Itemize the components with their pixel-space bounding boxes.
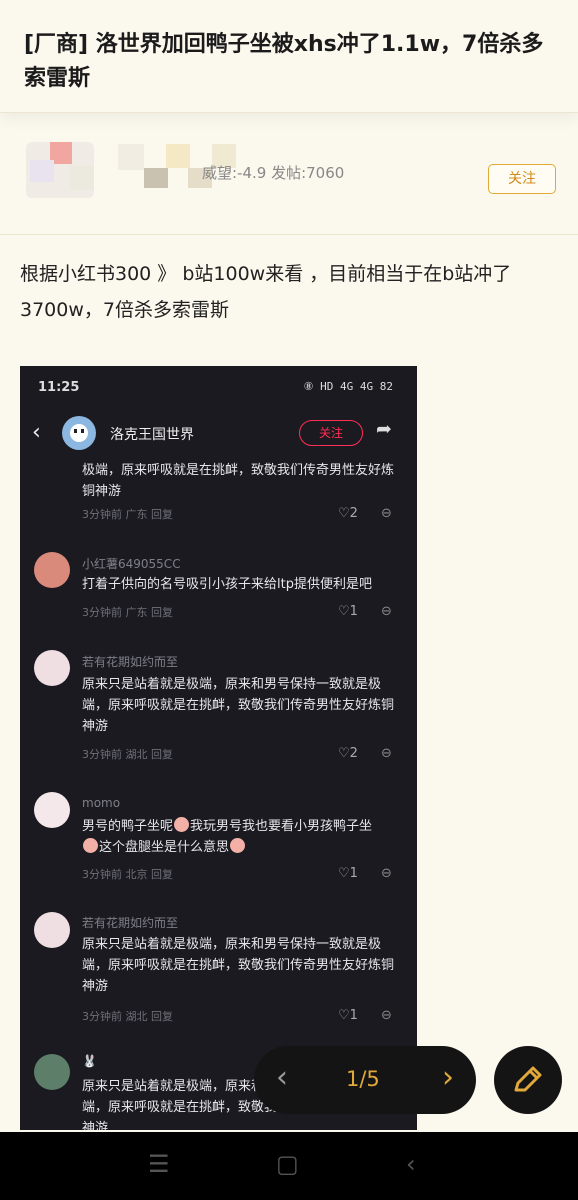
- comment-author: 小红薯649055CC: [82, 557, 181, 571]
- comment-more-icon: ⊖: [381, 1008, 392, 1023]
- comment-meta: 3分钟前 湖北 回复: [82, 1010, 173, 1023]
- post-header: [厂商] 洛世界加回鸭子坐被xhs冲了1.1w，7倍杀多索雷斯: [0, 0, 578, 113]
- comment-text: 原来只是站着就是极端，原来和男号保持一致就是极端，原来呼吸就是在挑衅，致敬我们传…: [82, 677, 395, 734]
- comment-meta: 3分钟前 广东 回复: [82, 606, 173, 619]
- comment-avatar: [34, 792, 70, 828]
- image-pager: ‹ 1/5 ›: [254, 1046, 476, 1114]
- status-time: 11:25: [38, 380, 80, 395]
- account-avatar: [62, 416, 96, 450]
- comment-text: 打着子供向的名号吸引小孩子来给ltp提供便利是吧: [82, 577, 372, 592]
- comment-likes: ♡2: [338, 506, 358, 521]
- comment-more-icon: ⊖: [381, 604, 392, 619]
- comment-text: 极端，原来呼吸就是在挑衅，致敬我们传奇男性友好炼铜神游: [82, 463, 395, 499]
- system-nav-bar: ☰ ▢ ‹: [0, 1132, 578, 1200]
- comment-more-icon: ⊖: [381, 506, 392, 521]
- comment-author: 🐰: [82, 1054, 97, 1068]
- status-icons: ⑧ HD 4G 4G 82: [303, 380, 393, 393]
- comment-meta: 3分钟前 湖北 回复: [82, 748, 173, 761]
- chevron-left-icon[interactable]: ‹: [276, 1060, 288, 1095]
- author-row: 威望:-4.9 发帖:7060 关注: [0, 118, 578, 235]
- comment-text-part: 我玩男号我也要看小男孩鸭子坐: [190, 819, 373, 834]
- comment-likes: ♡2: [338, 746, 358, 761]
- comment-author: 若有花期如约而至: [82, 916, 179, 930]
- back-icon[interactable]: ‹: [406, 1150, 416, 1178]
- edit-button[interactable]: [494, 1046, 562, 1114]
- share-icon: ➦: [376, 418, 392, 440]
- pencil-icon: [514, 1066, 542, 1092]
- comment-avatar: [34, 912, 70, 948]
- author-meta: 威望:-4.9 发帖:7060: [202, 164, 345, 182]
- comment-avatar: [34, 552, 70, 588]
- follow-button[interactable]: 关注: [488, 164, 556, 194]
- square-icon[interactable]: ▢: [276, 1150, 299, 1178]
- comment-text: 原来只是站着就是极端，原来和男号保持一致就是极端，原来呼吸就是在挑衅，致敬我们传…: [82, 937, 395, 994]
- comment-likes: ♡1: [338, 604, 358, 619]
- page-indicator: 1/5: [346, 1067, 380, 1091]
- avatar[interactable]: [26, 142, 94, 198]
- comment-author: momo: [82, 796, 121, 810]
- comment-meta: 3分钟前 北京 回复: [82, 868, 173, 881]
- comment-text-part: 男号的鸭子坐呢: [82, 819, 174, 834]
- comment-avatar: [34, 1054, 70, 1090]
- post-body: 根据小红书300 》 b站100w来看 ，目前相当于在b站冲了3700w，7倍杀…: [20, 263, 512, 321]
- comment-text-part: 这个盘腿坐是什么意思: [99, 840, 230, 855]
- chevron-right-icon[interactable]: ›: [442, 1060, 454, 1095]
- comment-text: 男号的鸭子坐呢 我玩男号我也要看小男孩鸭子坐这个盘腿坐是什么意思: [82, 816, 402, 858]
- comment-more-icon: ⊖: [381, 746, 392, 761]
- menu-icon[interactable]: ☰: [148, 1150, 170, 1178]
- post-title: [厂商] 洛世界加回鸭子坐被xhs冲了1.1w，7倍杀多索雷斯: [24, 32, 544, 91]
- comment-avatar: [34, 650, 70, 686]
- embedded-screenshot[interactable]: 11:25 ⑧ HD 4G 4G 82 ‹ 洛克王国世界 关注 ➦ 极端，原来呼…: [20, 366, 417, 1130]
- emoji-icon: [174, 817, 190, 832]
- emoji-icon: [83, 838, 98, 853]
- account-follow-button: 关注: [299, 420, 363, 446]
- comment-likes: ♡1: [338, 866, 358, 881]
- comment-meta: 3分钟前 广东 回复: [82, 508, 173, 521]
- account-bar: ‹ 洛克王国世界 关注 ➦: [20, 412, 417, 456]
- comment-author: 若有花期如约而至: [82, 655, 179, 669]
- emoji-icon: [230, 838, 246, 853]
- comment-likes: ♡1: [338, 1008, 358, 1023]
- back-icon: ‹: [32, 420, 41, 445]
- comment-more-icon: ⊖: [381, 866, 392, 881]
- account-name: 洛克王国世界: [110, 427, 194, 443]
